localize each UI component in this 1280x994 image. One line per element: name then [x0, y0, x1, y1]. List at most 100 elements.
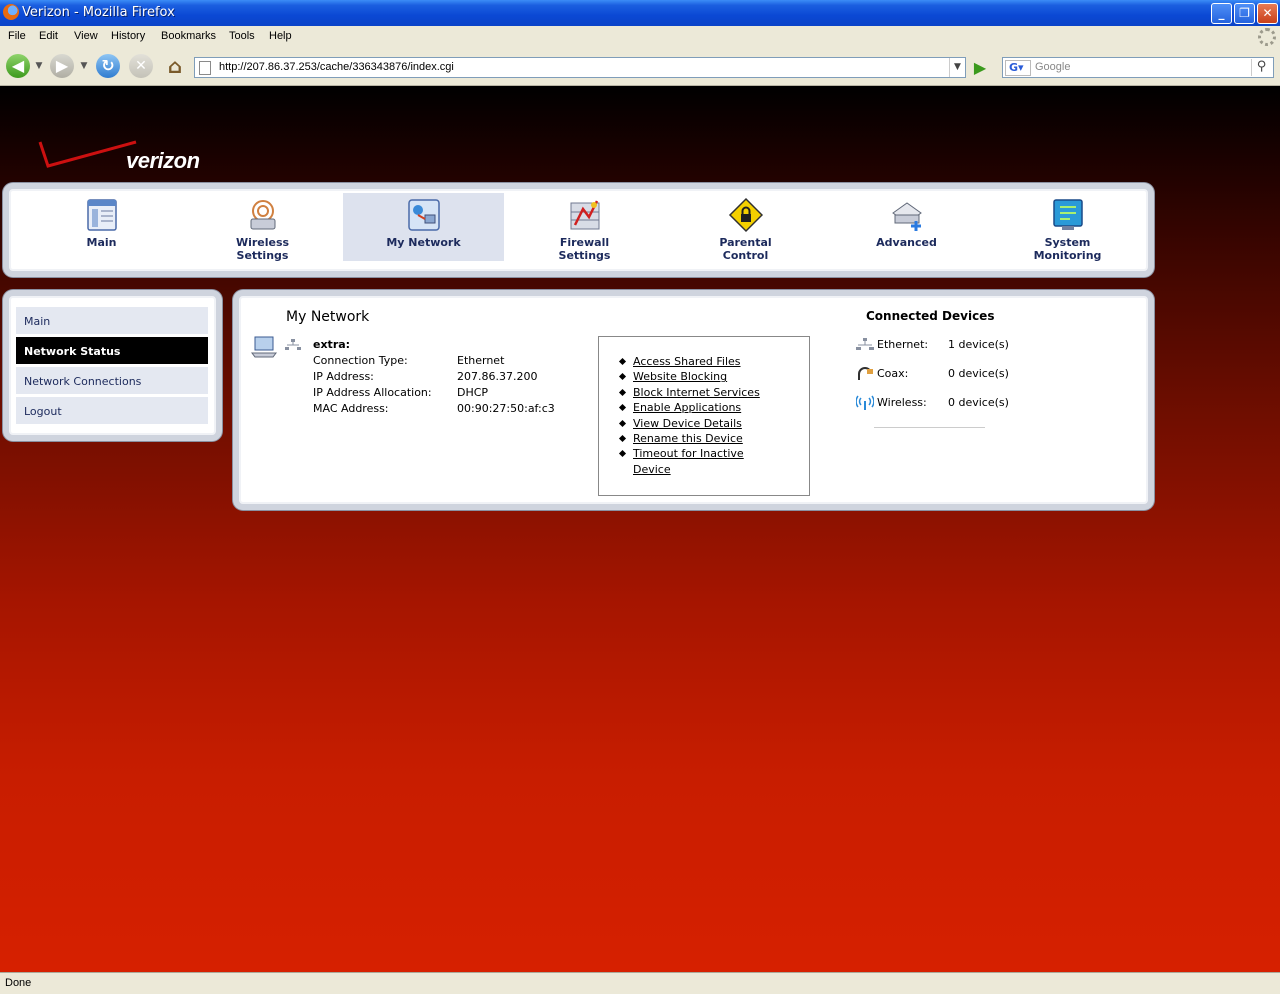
- stop-button[interactable]: ✕: [129, 54, 153, 78]
- page-content: verizon Main Wireless Settings My Networ…: [0, 86, 1280, 972]
- nav-tab-label: Wireless Settings: [235, 236, 290, 262]
- menu-tools[interactable]: Tools: [229, 30, 255, 42]
- sidebar-item-network-connections[interactable]: Network Connections: [16, 367, 208, 395]
- access-shared-files-link[interactable]: Access Shared Files: [633, 355, 741, 368]
- list-item: Website Blocking: [633, 369, 783, 384]
- main-icon: [86, 199, 117, 231]
- nav-tab-wireless-settings[interactable]: Wireless Settings: [182, 193, 343, 262]
- menu-bar: File Edit View History Bookmarks Tools H…: [0, 26, 1280, 48]
- go-button[interactable]: ▶: [970, 58, 990, 78]
- connected-label: Coax:: [877, 367, 909, 380]
- wireless-settings-icon: [250, 200, 275, 230]
- block-internet-services-link[interactable]: Block Internet Services: [633, 386, 760, 399]
- connected-label: Ethernet:: [877, 338, 929, 351]
- nav-tab-label: System Monitoring: [1033, 236, 1102, 262]
- wireless-icon: [856, 395, 874, 410]
- list-item: Access Shared Files: [633, 354, 783, 369]
- status-bar: Done: [0, 972, 1280, 994]
- timeout-inactive-device-link[interactable]: Timeout for Inactive Device: [633, 447, 744, 475]
- firefox-icon: [3, 4, 19, 20]
- home-button[interactable]: ⌂: [163, 54, 187, 78]
- menu-help[interactable]: Help: [269, 30, 292, 42]
- search-icon[interactable]: ⚲: [1251, 59, 1271, 76]
- top-navigation: Main Wireless Settings My Network Firewa…: [3, 183, 1154, 277]
- enable-applications-link[interactable]: Enable Applications: [633, 401, 741, 414]
- rename-device-link[interactable]: Rename this Device: [633, 432, 743, 445]
- device-actions-box: Access Shared Files Website Blocking Blo…: [598, 336, 810, 496]
- field-value: DHCP: [457, 386, 489, 399]
- nav-tab-label: My Network: [386, 236, 461, 249]
- sidebar-item-logout[interactable]: Logout: [16, 397, 208, 425]
- reload-button[interactable]: ↻: [96, 54, 120, 78]
- field-value: Ethernet: [457, 354, 505, 367]
- back-history-dropdown[interactable]: ▼: [34, 54, 44, 78]
- website-blocking-link[interactable]: Website Blocking: [633, 370, 727, 383]
- list-item: Timeout for Inactive Device: [633, 446, 783, 477]
- connected-devices-title: Connected Devices: [866, 309, 995, 323]
- list-item: Enable Applications: [633, 400, 783, 415]
- verizon-logo: verizon: [36, 136, 226, 178]
- coax-icon: [858, 367, 873, 380]
- divider: [874, 427, 985, 428]
- menu-edit[interactable]: Edit: [39, 30, 58, 42]
- nav-tab-label: Parental Control: [719, 236, 772, 262]
- field-label: IP Address Allocation:: [313, 386, 432, 399]
- field-value: 00:90:27:50:af:c3: [457, 402, 555, 415]
- connected-count: 1 device(s): [948, 338, 1009, 351]
- advanced-icon: [891, 202, 922, 231]
- parental-control-icon: [728, 197, 763, 233]
- nav-tab-label: Main: [86, 236, 117, 249]
- menu-history[interactable]: History: [111, 30, 145, 42]
- forward-history-dropdown[interactable]: ▼: [79, 54, 89, 78]
- field-label: Connection Type:: [313, 354, 408, 367]
- connected-label: Wireless:: [877, 396, 927, 409]
- nav-tab-parental-control[interactable]: Parental Control: [665, 193, 826, 262]
- url-dropdown-icon[interactable]: ▼: [949, 58, 965, 77]
- page-icon: [199, 61, 211, 75]
- nav-tab-my-network[interactable]: My Network: [343, 193, 504, 261]
- nav-tab-main[interactable]: Main: [21, 193, 182, 261]
- my-network-panel: My Network extra: Connection Type: Ether…: [233, 290, 1154, 510]
- ethernet-icon: [285, 339, 301, 350]
- nav-tab-label: Advanced: [876, 236, 937, 249]
- ethernet-icon: [856, 338, 874, 350]
- computer-icon[interactable]: [251, 335, 277, 359]
- field-label: IP Address:: [313, 370, 374, 383]
- window-title: Verizon - Mozilla Firefox: [22, 5, 175, 20]
- search-placeholder[interactable]: Google: [1035, 61, 1070, 73]
- field-value: 207.86.37.200: [457, 370, 538, 383]
- nav-tab-firewall-settings[interactable]: Firewall Settings: [504, 193, 665, 262]
- list-item: View Device Details: [633, 416, 783, 431]
- throbber-icon: [1258, 28, 1276, 46]
- connected-count: 0 device(s): [948, 367, 1009, 380]
- page-title: My Network: [286, 309, 370, 325]
- menu-bookmarks[interactable]: Bookmarks: [161, 30, 216, 42]
- forward-button[interactable]: ▶: [50, 54, 74, 78]
- url-text[interactable]: http://207.86.37.253/cache/336343876/ind…: [219, 61, 454, 73]
- my-network-icon: [407, 199, 440, 231]
- field-label: MAC Address:: [313, 402, 389, 415]
- back-button[interactable]: ◀: [6, 54, 30, 78]
- window-titlebar: Verizon - Mozilla Firefox _ ❐ ✕: [0, 0, 1280, 26]
- nav-tab-system-monitoring[interactable]: System Monitoring: [987, 193, 1148, 262]
- connected-count: 0 device(s): [948, 396, 1009, 409]
- list-item: Rename this Device: [633, 431, 783, 446]
- firewall-settings-icon: [570, 200, 599, 230]
- system-monitoring-icon: [1052, 199, 1083, 230]
- minimize-button[interactable]: _: [1211, 3, 1232, 24]
- google-engine-icon[interactable]: G▾: [1005, 60, 1031, 76]
- sidebar-item-main[interactable]: Main: [16, 307, 208, 335]
- nav-tab-advanced[interactable]: Advanced: [826, 193, 987, 261]
- side-navigation: Main Network Status Network Connections …: [3, 290, 222, 441]
- maximize-button[interactable]: ❐: [1234, 3, 1255, 24]
- search-bar[interactable]: G▾ Google ⚲: [1002, 57, 1274, 78]
- menu-view[interactable]: View: [74, 30, 98, 42]
- close-button[interactable]: ✕: [1257, 3, 1278, 24]
- device-name: extra:: [313, 338, 351, 351]
- url-bar[interactable]: http://207.86.37.253/cache/336343876/ind…: [194, 57, 966, 78]
- menu-file[interactable]: File: [8, 30, 26, 42]
- view-device-details-link[interactable]: View Device Details: [633, 417, 742, 430]
- nav-tab-label: Firewall Settings: [558, 236, 611, 262]
- sidebar-item-network-status[interactable]: Network Status: [16, 337, 208, 365]
- device-actions-list: Access Shared Files Website Blocking Blo…: [633, 354, 783, 477]
